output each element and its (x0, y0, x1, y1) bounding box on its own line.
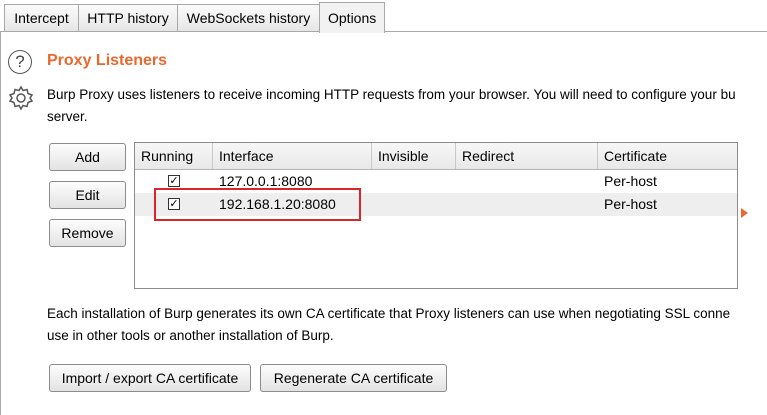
highlight-box (154, 188, 361, 221)
column-invisible[interactable]: Invisible (372, 143, 456, 169)
remove-button[interactable]: Remove (49, 219, 126, 247)
ca-description: Each installation of Burp generates its … (47, 303, 767, 347)
ca-description-line-2: use in other tools or another installati… (47, 328, 334, 343)
running-checkbox[interactable]: ✓ (168, 175, 180, 187)
section-title: Proxy Listeners (47, 52, 168, 69)
redirect-cell (456, 193, 462, 216)
column-running[interactable]: Running (135, 143, 213, 169)
import-export-ca-button[interactable]: Import / export CA certificate (49, 364, 251, 392)
column-redirect[interactable]: Redirect (456, 143, 598, 169)
tab-websockets-history[interactable]: WebSockets history (177, 4, 320, 31)
certificate-cell: Per-host (604, 196, 657, 212)
tab-intercept[interactable]: Intercept (4, 4, 79, 31)
edit-button[interactable]: Edit (49, 181, 126, 209)
tab-options[interactable]: Options (319, 2, 385, 33)
table-header: Running Interface Invisible Redirect Cer… (135, 143, 737, 170)
ca-description-line-1: Each installation of Burp generates its … (47, 306, 731, 321)
certificate-cell: Per-host (604, 173, 657, 189)
redirect-cell (456, 170, 462, 193)
column-certificate[interactable]: Certificate (598, 143, 737, 169)
invisible-cell (372, 170, 378, 193)
gear-icon[interactable] (7, 84, 35, 112)
tab-http-history[interactable]: HTTP history (78, 4, 178, 31)
description-line-2: server. (47, 109, 88, 124)
description-line-1: Burp Proxy uses listeners to receive inc… (47, 87, 736, 102)
help-icon[interactable]: ? (8, 50, 32, 74)
add-button[interactable]: Add (49, 143, 126, 171)
invisible-cell (372, 193, 378, 216)
column-interface[interactable]: Interface (213, 143, 372, 169)
scroll-right-arrow-icon[interactable] (741, 208, 748, 218)
regenerate-ca-button[interactable]: Regenerate CA certificate (260, 364, 447, 392)
tab-bar: Intercept HTTP history WebSockets histor… (0, 0, 767, 33)
section-description: Burp Proxy uses listeners to receive inc… (47, 84, 767, 128)
